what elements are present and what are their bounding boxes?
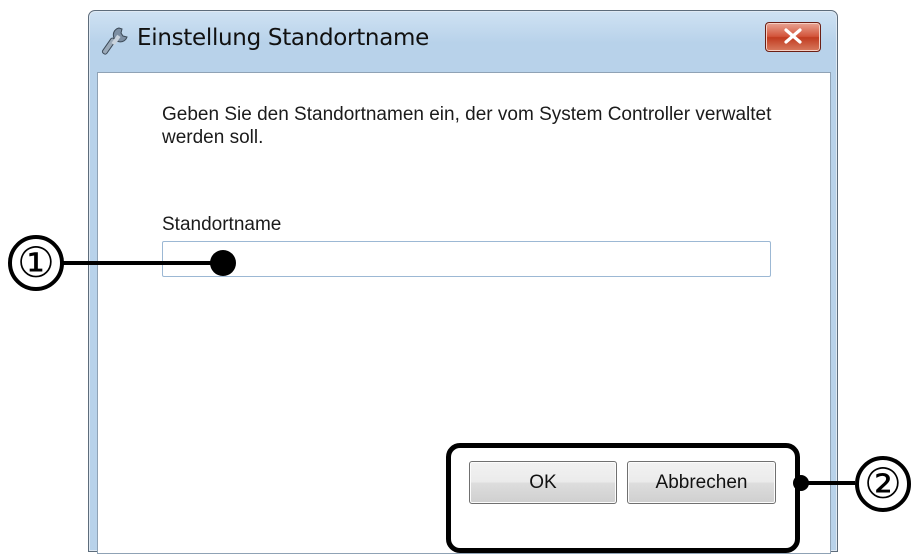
callout-1-marker: ① xyxy=(8,235,64,291)
callout-1-dot xyxy=(210,250,236,276)
dialog-description: Geben Sie den Standortnamen ein, der vom… xyxy=(162,104,772,148)
callout-2-marker: ② xyxy=(855,456,911,512)
window-title: Einstellung Standortname xyxy=(137,25,429,51)
callout-1-line xyxy=(63,261,224,265)
close-button[interactable] xyxy=(765,22,821,52)
callout-2-frame xyxy=(446,443,800,553)
close-icon xyxy=(784,28,802,44)
title-bar[interactable]: Einstellung Standortname xyxy=(89,11,837,73)
standortname-label: Standortname xyxy=(162,214,282,235)
standortname-input[interactable] xyxy=(162,241,771,277)
callout-2-line xyxy=(801,481,855,485)
wrench-icon xyxy=(101,25,131,55)
